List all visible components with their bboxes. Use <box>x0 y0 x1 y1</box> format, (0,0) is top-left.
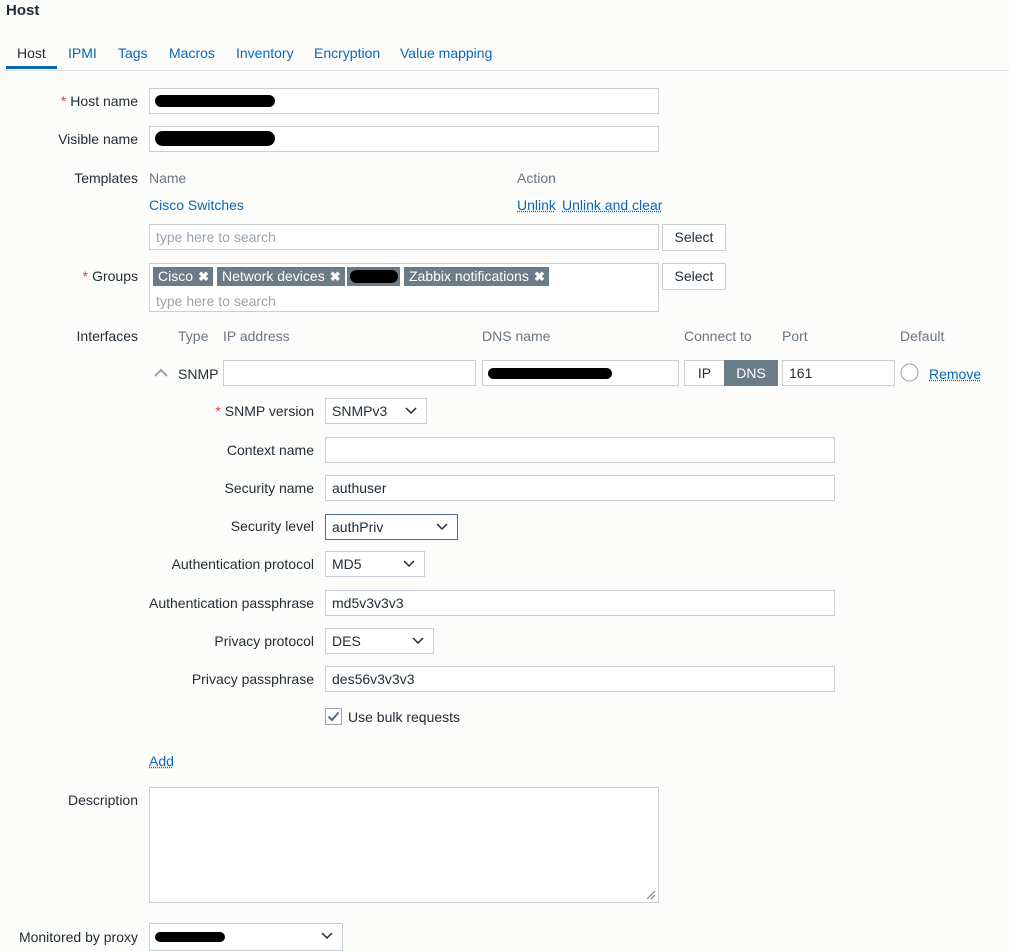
privacy-passphrase-input[interactable]: des56v3v3v3 <box>325 666 835 692</box>
tab-inventory[interactable]: Inventory <box>236 45 294 61</box>
interfaces-col-type: Type <box>178 328 208 344</box>
bulk-requests-label: Use bulk requests <box>348 709 460 725</box>
interfaces-label: Interfaces <box>77 328 138 344</box>
description-textarea[interactable] <box>149 787 659 903</box>
page-title: Host <box>6 2 39 19</box>
host-name-label: * Host name <box>61 93 138 109</box>
auth-passphrase-label: Authentication passphrase <box>149 595 314 611</box>
add-interface-link[interactable]: Add <box>149 753 174 769</box>
tab-tags[interactable]: Tags <box>118 45 148 61</box>
security-name-label: Security name <box>225 480 314 496</box>
chevron-down-icon <box>320 928 334 942</box>
tab-value-mapping[interactable]: Value mapping <box>400 45 492 61</box>
security-name-input[interactable]: authuser <box>325 475 835 501</box>
snmp-version-label: * SNMP version <box>215 403 314 419</box>
active-tab-indicator <box>6 66 57 69</box>
group-chip[interactable]: Cisco ✖ <box>153 267 213 286</box>
auth-passphrase-input[interactable]: md5v3v3v3 <box>325 590 835 616</box>
groups-multiselect[interactable]: Cisco ✖ Network devices ✖ Zabbix notificat… <box>149 263 659 312</box>
interfaces-col-default: Default <box>900 328 944 344</box>
privacy-protocol-select[interactable]: DES <box>325 628 434 654</box>
connect-ip-option[interactable]: IP <box>685 360 724 386</box>
interface-port-input[interactable]: 161 <box>782 360 895 386</box>
context-name-label: Context name <box>227 442 314 458</box>
auth-protocol-select[interactable]: MD5 <box>325 551 425 577</box>
templates-col-name: Name <box>149 170 186 186</box>
templates-search-placeholder: type here to search <box>156 229 276 245</box>
context-name-input[interactable] <box>325 437 835 463</box>
chevron-down-icon <box>404 403 418 417</box>
templates-search-input[interactable]: type here to search <box>149 224 659 250</box>
interface-ip-input[interactable] <box>223 360 476 386</box>
unlink-and-clear-link[interactable]: Unlink and clear <box>562 197 662 213</box>
interfaces-col-port: Port <box>782 328 808 344</box>
connect-to-toggle: IP DNS <box>684 360 778 386</box>
description-label: Description <box>68 792 138 808</box>
tab-ipmi[interactable]: IPMI <box>68 45 97 61</box>
group-chip[interactable]: Zabbix notifications ✖ <box>404 267 549 286</box>
tab-encryption[interactable]: Encryption <box>314 45 380 61</box>
privacy-passphrase-label: Privacy passphrase <box>192 671 314 687</box>
bulk-requests-checkbox[interactable] <box>325 708 342 725</box>
interfaces-col-dns: DNS name <box>482 328 550 344</box>
chevron-down-icon <box>435 519 449 533</box>
redacted-mark <box>155 932 225 942</box>
chevron-down-icon <box>411 633 425 647</box>
security-level-label: Security level <box>231 518 314 534</box>
groups-search-placeholder: type here to search <box>156 289 276 313</box>
remove-chip-icon[interactable]: ✖ <box>330 267 341 286</box>
template-link[interactable]: Cisco Switches <box>149 197 244 213</box>
auth-protocol-label: Authentication protocol <box>172 556 314 572</box>
unlink-link[interactable]: Unlink <box>517 197 556 213</box>
resize-handle-icon[interactable] <box>645 889 656 900</box>
groups-select-button[interactable]: Select <box>662 263 726 290</box>
redacted-mark <box>350 270 398 283</box>
visible-name-label: Visible name <box>58 131 138 147</box>
connect-dns-option[interactable]: DNS <box>724 360 778 386</box>
remove-chip-icon[interactable]: ✖ <box>198 267 209 286</box>
interface-type: SNMP <box>178 366 218 382</box>
privacy-protocol-label: Privacy protocol <box>214 633 314 649</box>
tab-macros[interactable]: Macros <box>169 45 215 61</box>
tab-host[interactable]: Host <box>17 45 46 61</box>
redacted-mark <box>155 131 275 146</box>
proxy-label: Monitored by proxy <box>19 929 138 945</box>
groups-label: * Groups <box>83 268 138 284</box>
redacted-mark <box>155 95 275 107</box>
remove-chip-icon[interactable]: ✖ <box>534 267 545 286</box>
redacted-mark <box>488 368 612 379</box>
default-radio[interactable] <box>900 363 919 382</box>
templates-col-action: Action <box>517 170 556 186</box>
tab-bar: Host IPMI Tags Macros Inventory Encrypti… <box>6 38 1009 71</box>
security-level-select[interactable]: authPriv <box>325 514 458 540</box>
chevron-down-icon <box>402 556 416 570</box>
templates-label: Templates <box>74 170 138 186</box>
templates-select-button[interactable]: Select <box>662 224 726 251</box>
chevron-up-icon[interactable] <box>153 366 169 378</box>
snmp-version-select[interactable]: SNMPv3 <box>325 398 427 424</box>
group-chip[interactable]: Network devices ✖ <box>217 267 345 286</box>
interfaces-col-ip: IP address <box>223 328 290 344</box>
remove-interface-link[interactable]: Remove <box>929 366 981 382</box>
interfaces-col-connect: Connect to <box>684 328 752 344</box>
